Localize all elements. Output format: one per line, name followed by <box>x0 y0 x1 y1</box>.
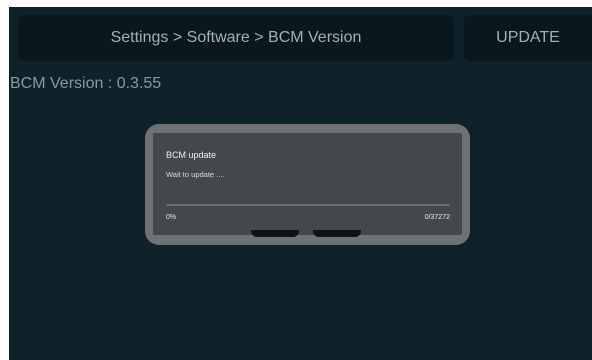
dialog-title: BCM update <box>166 150 217 160</box>
breadcrumb[interactable]: Settings > Software > BCM Version <box>18 15 454 61</box>
dialog-tabs <box>251 230 363 238</box>
progress-percent: 0% <box>166 214 177 221</box>
breadcrumb-text: Settings > Software > BCM Version <box>110 29 362 46</box>
update-button[interactable]: UPDATE <box>464 15 592 61</box>
update-button-label: UPDATE <box>496 29 560 46</box>
progress-count: 0/37272 <box>424 214 450 221</box>
screen: Settings > Software > BCM Version UPDATE… <box>9 7 592 360</box>
dialog-body: BCM update Wait to update .... 0% 0/3727… <box>153 133 462 235</box>
update-dialog: BCM update Wait to update .... 0% 0/3727… <box>145 124 470 245</box>
dialog-message: Wait to update .... <box>166 170 225 179</box>
progress-bar <box>166 204 450 206</box>
version-label: BCM Version : 0.3.55 <box>10 75 162 92</box>
dialog-tab-left <box>251 230 299 237</box>
dialog-tab-right <box>313 230 361 237</box>
